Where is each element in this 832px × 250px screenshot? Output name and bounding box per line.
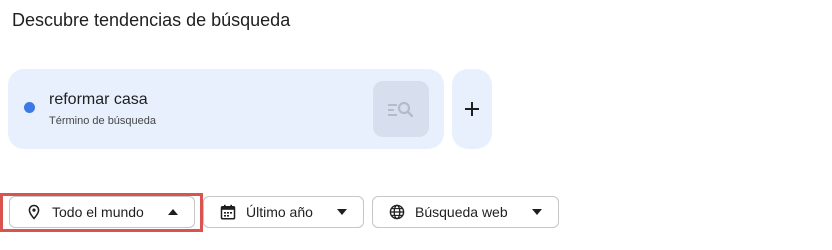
term-color-dot: [24, 102, 35, 113]
search-term-card[interactable]: reformar casa Término de búsqueda: [8, 69, 444, 149]
search-list-icon: [388, 101, 414, 118]
add-term-button[interactable]: [452, 69, 492, 149]
location-pin-icon: [28, 204, 40, 220]
location-filter-label: Todo el mundo: [52, 204, 144, 220]
search-type-filter[interactable]: Búsqueda web: [372, 196, 559, 228]
term-name[interactable]: reformar casa: [49, 91, 148, 109]
calendar-icon: [220, 204, 236, 220]
time-range-filter[interactable]: Último año: [203, 196, 364, 228]
plus-icon: [465, 102, 479, 116]
caret-down-icon: [337, 209, 347, 215]
location-filter[interactable]: Todo el mundo: [9, 196, 195, 228]
globe-icon: [389, 204, 405, 220]
caret-down-icon: [532, 209, 542, 215]
search-type-filter-label: Búsqueda web: [415, 204, 508, 220]
caret-up-icon: [168, 209, 178, 215]
time-range-filter-label: Último año: [246, 204, 313, 220]
explore-term-button[interactable]: [373, 81, 429, 137]
page-title: Descubre tendencias de búsqueda: [12, 10, 291, 30]
term-type-label: Término de búsqueda: [49, 115, 157, 127]
